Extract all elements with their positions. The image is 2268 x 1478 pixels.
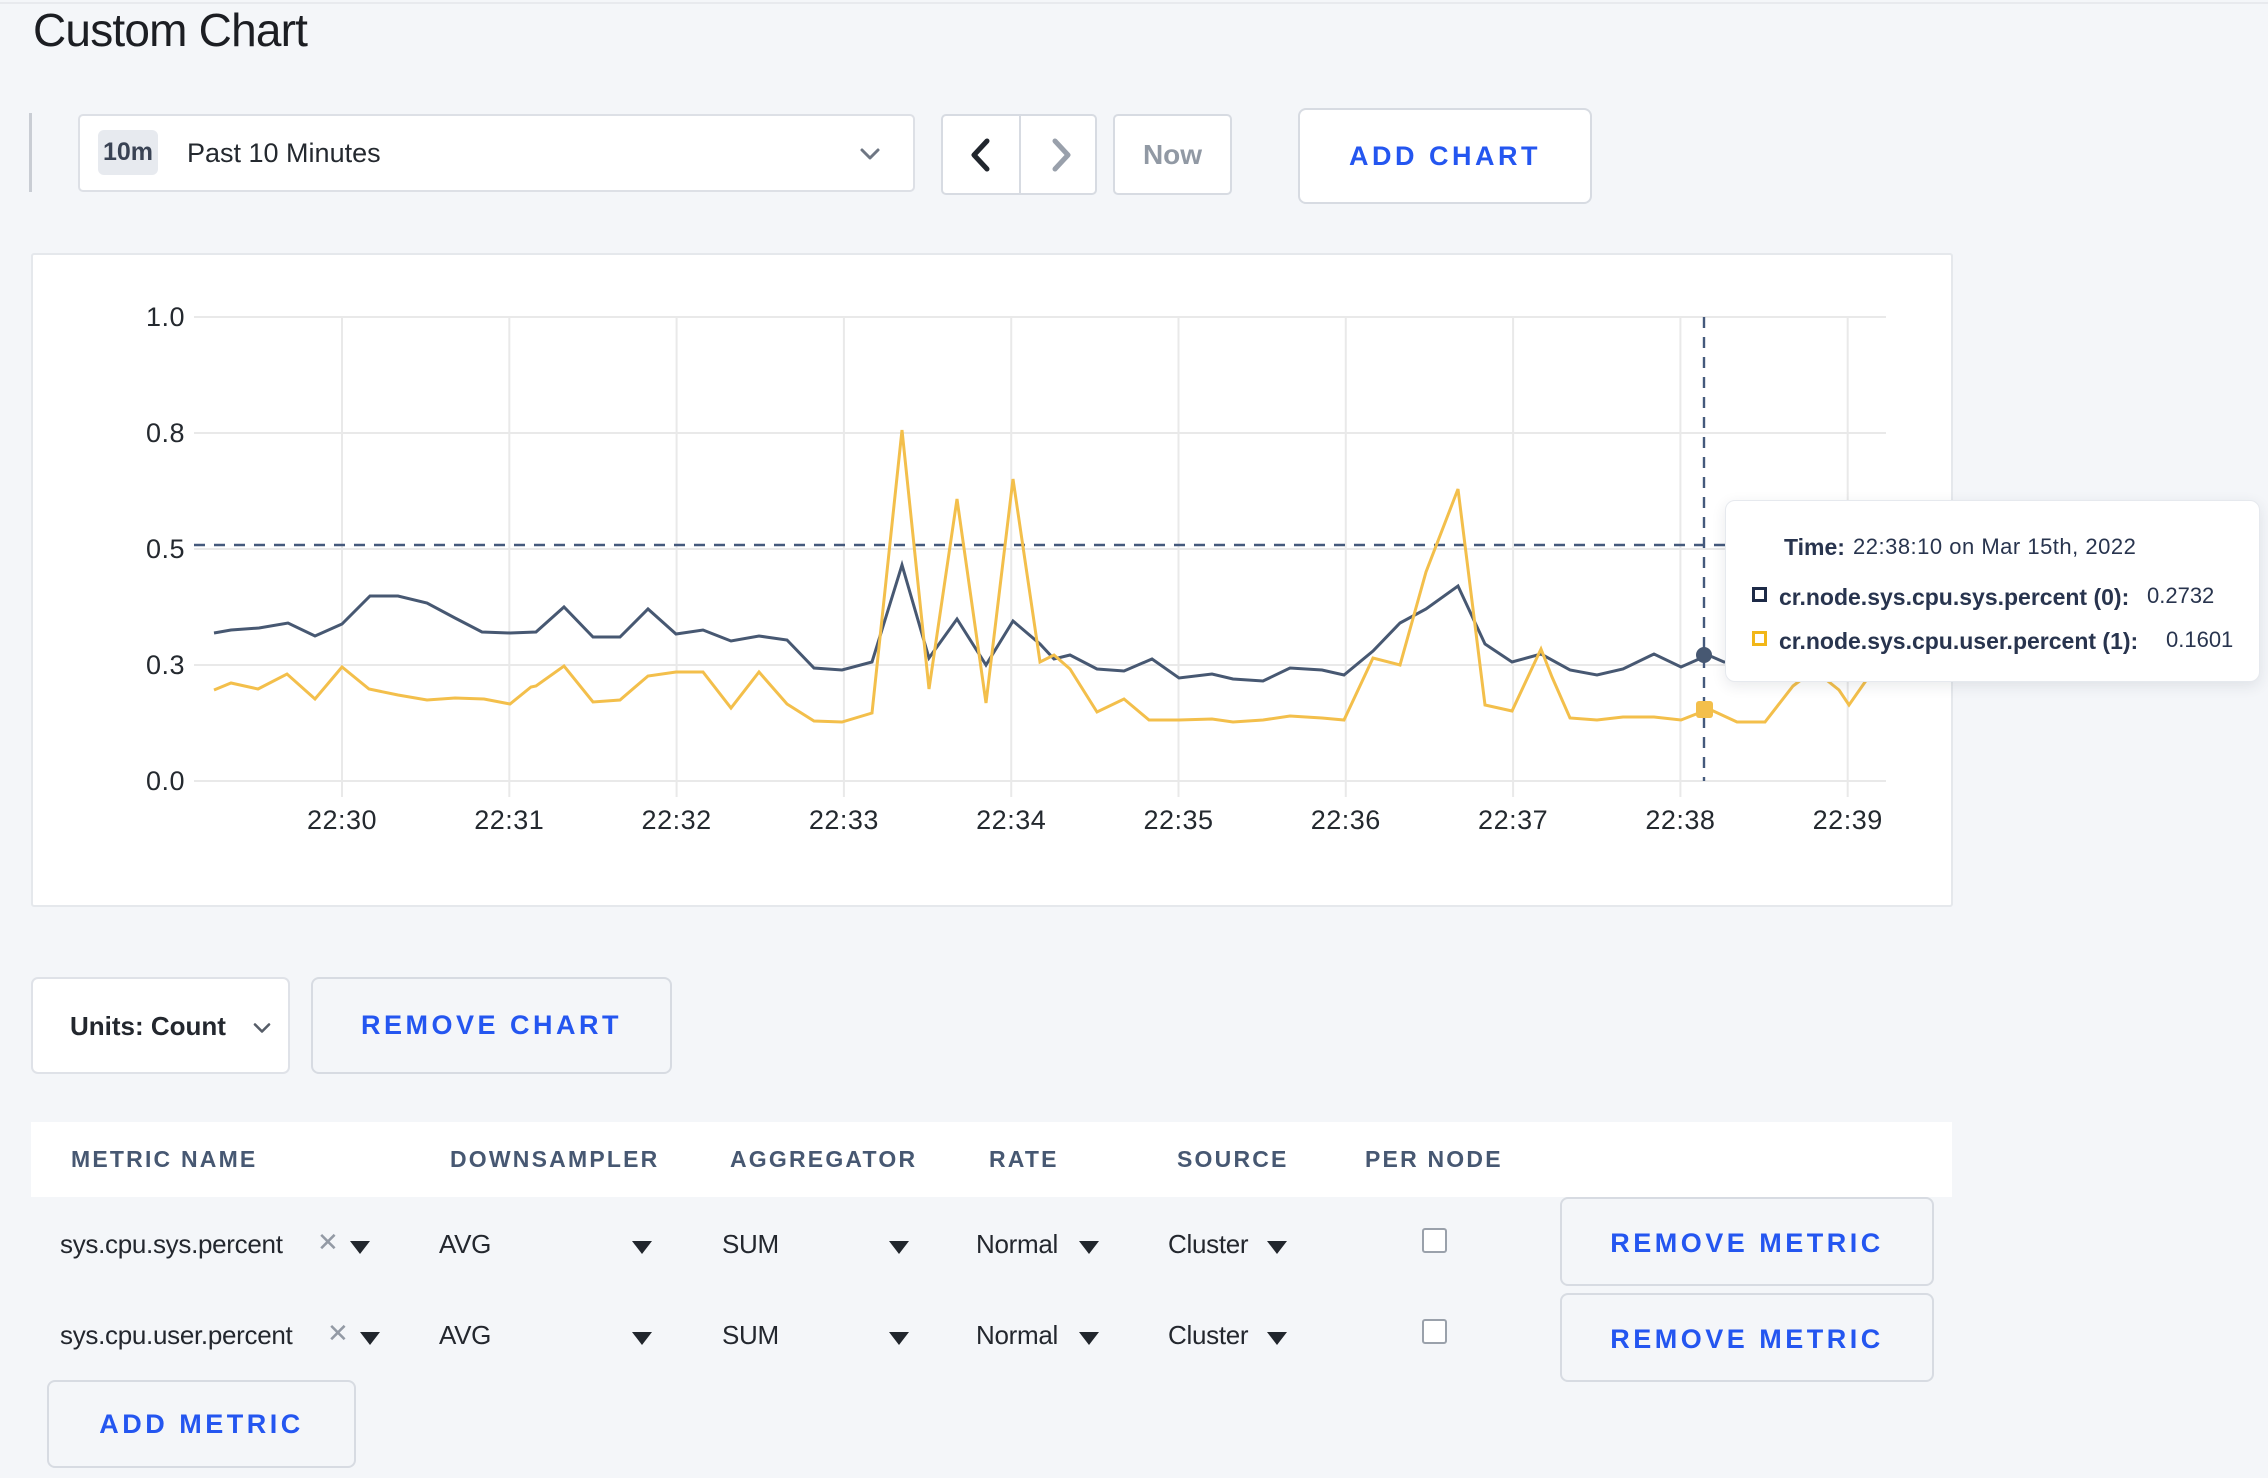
svg-text:0.5: 0.5	[146, 534, 185, 564]
svg-text:22:36: 22:36	[1311, 805, 1381, 835]
svg-text:22:32: 22:32	[642, 805, 712, 835]
svg-text:22:37: 22:37	[1478, 805, 1548, 835]
svg-text:22:38: 22:38	[1645, 805, 1715, 835]
svg-text:22:33: 22:33	[809, 805, 879, 835]
svg-text:0.0: 0.0	[146, 766, 185, 796]
svg-text:0.3: 0.3	[146, 650, 185, 680]
svg-text:0.8: 0.8	[146, 418, 185, 448]
svg-text:22:34: 22:34	[976, 805, 1046, 835]
svg-text:22:31: 22:31	[474, 805, 544, 835]
svg-text:22:30: 22:30	[307, 805, 377, 835]
svg-text:1.0: 1.0	[146, 302, 185, 332]
svg-text:22:39: 22:39	[1813, 805, 1883, 835]
svg-text:22:35: 22:35	[1143, 805, 1213, 835]
